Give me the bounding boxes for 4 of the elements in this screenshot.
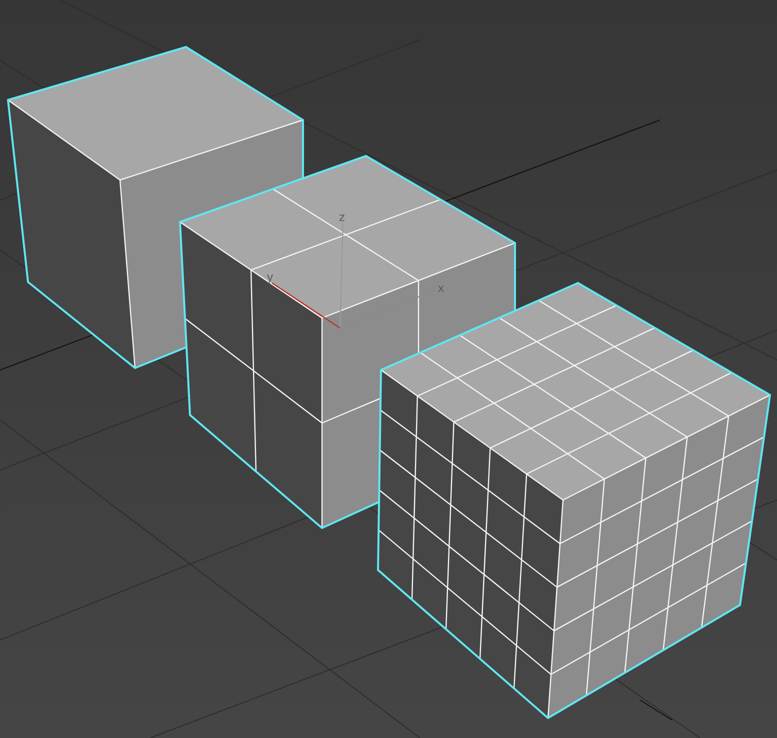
cube[interactable] xyxy=(377,282,772,720)
axis-line[interactable] xyxy=(272,282,340,328)
axis-label: y xyxy=(267,270,273,284)
axis-label: z xyxy=(339,210,345,224)
